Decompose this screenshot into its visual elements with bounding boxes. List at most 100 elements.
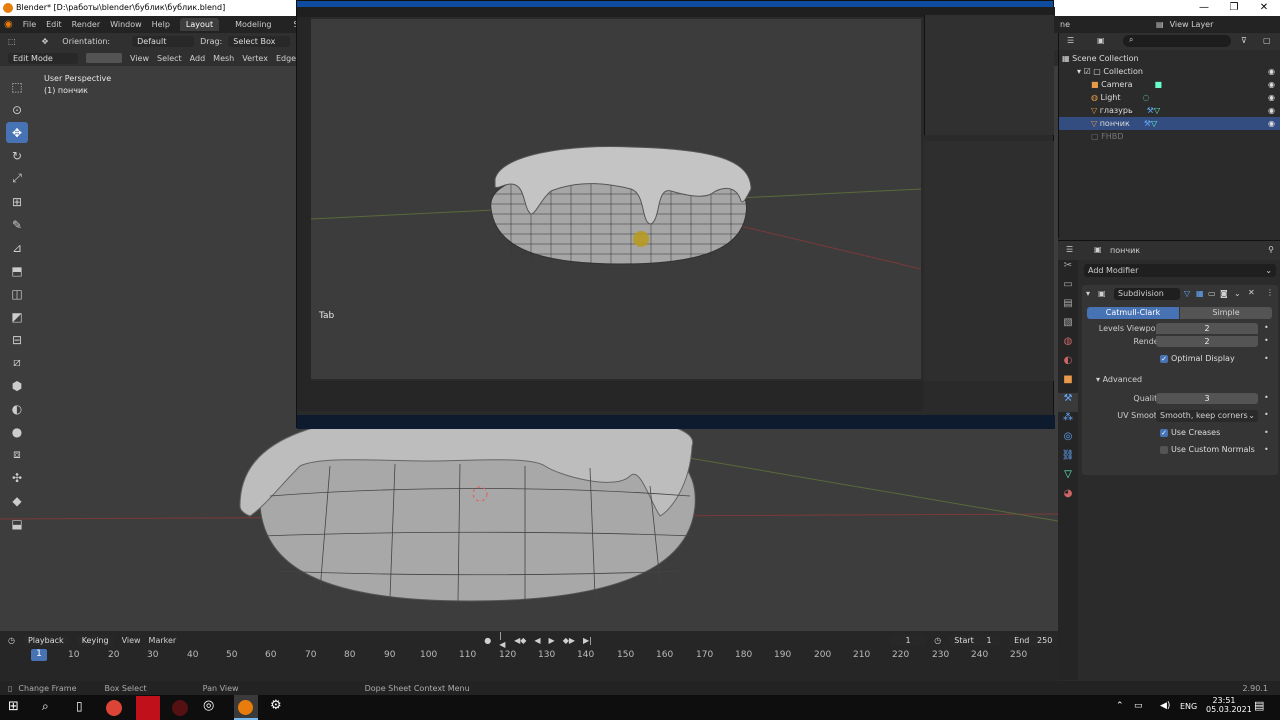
record-button[interactable]: ● [484, 636, 491, 645]
modifier-tab-icon[interactable]: ⚒ [1058, 393, 1078, 412]
frame-ruler[interactable]: 10 20 30 40 50 60 70 80 90 100 110 120 1… [0, 648, 1058, 662]
camera-app-icon[interactable]: ◎ [203, 698, 214, 713]
outliner-item-donut[interactable]: ▽ пончик ⚒ ▽ ◉ [1059, 117, 1280, 130]
expand-icon[interactable]: ▾ [1077, 67, 1081, 76]
drag-handle-icon[interactable]: ⋮ [1266, 288, 1274, 297]
play-reverse-icon[interactable]: ◀ [534, 636, 540, 645]
bevel-icon[interactable]: ◩ [6, 306, 28, 327]
levels-viewport-field[interactable]: 2 [1156, 323, 1258, 334]
select-mode-icon[interactable]: ⬚ [8, 37, 16, 46]
outliner-search-input[interactable]: ⌕ [1123, 35, 1231, 47]
blender-menu-icon[interactable]: ◉ [4, 19, 13, 30]
jump-start-icon[interactable]: |◀ [499, 631, 506, 649]
clock[interactable]: 23:51 05.03.2021 [1206, 696, 1252, 714]
outliner-collection[interactable]: ▾ ☑ ▢ Collection ◉ [1059, 65, 1280, 78]
simple-button[interactable]: Simple [1180, 307, 1272, 319]
language-indicator[interactable]: ENG [1180, 702, 1197, 711]
playback-menu[interactable]: Playback [22, 634, 69, 646]
notifications-icon[interactable]: ▤ [1254, 699, 1264, 712]
menu-window[interactable]: Window [110, 20, 142, 29]
quality-field[interactable]: 3 [1156, 393, 1258, 404]
keyframe-dot-icon[interactable]: • [1264, 393, 1269, 402]
outliner-scene-collection[interactable]: ▦ Scene Collection [1059, 52, 1280, 65]
extrude-icon[interactable]: ⬒ [6, 260, 28, 281]
add-modifier-dropdown[interactable]: Add Modifier ⌄ [1084, 264, 1276, 277]
keyframe-dot-icon[interactable]: • [1264, 410, 1269, 419]
chrome-icon[interactable] [106, 700, 122, 716]
keying-menu[interactable]: Keying [76, 634, 114, 646]
scale-icon[interactable]: ⤢ [6, 168, 28, 189]
display-mode-icon[interactable]: ▣ [1097, 36, 1105, 45]
shrink-fatten-icon[interactable]: ✣ [6, 467, 28, 488]
annotate-icon[interactable]: ✎ [6, 214, 28, 235]
outliner-item-light[interactable]: ◍ Light ◌ ◉ [1059, 91, 1280, 104]
view-layer-name[interactable]: View Layer [1170, 20, 1214, 29]
visibility-eye-icon[interactable]: ◉ [1268, 119, 1275, 128]
mode-dropdown[interactable]: Edit Mode [8, 52, 78, 64]
cursor-icon[interactable]: ⊙ [6, 99, 28, 120]
viewport-toggle-icon[interactable]: ▭ [1208, 289, 1216, 298]
current-frame-field[interactable]: 1 [889, 634, 927, 646]
orientation-dropdown[interactable]: Default [132, 36, 195, 47]
menu-vertex[interactable]: Vertex [242, 54, 268, 63]
keyframe-dot-icon[interactable]: • [1264, 323, 1269, 332]
checkbox-icon[interactable]: ☑ [1084, 67, 1091, 76]
start-frame-field[interactable]: Start 1 [949, 634, 1002, 646]
playhead[interactable]: 1 [31, 649, 47, 661]
modifier-name-field[interactable]: Subdivision [1114, 288, 1180, 300]
opera-icon[interactable] [136, 696, 160, 720]
properties-editor-icon[interactable]: ☰ [1066, 245, 1073, 254]
uv-smooth-dropdown[interactable]: Smooth, keep corners ⌄ [1156, 410, 1258, 422]
outliner-editor-icon[interactable]: ☰ [1067, 36, 1074, 45]
volume-icon[interactable]: ◀) [1160, 701, 1170, 711]
close-button[interactable]: ✕ [1246, 0, 1280, 16]
outliner-item-glaze[interactable]: ▽ глазурь ⚒ ▽ ◉ [1059, 104, 1280, 117]
visibility-eye-icon[interactable]: ◉ [1268, 93, 1275, 102]
tray-chevron-icon[interactable]: ⌃ [1116, 701, 1124, 711]
rotate-icon[interactable]: ↻ [6, 145, 28, 166]
tab-modeling[interactable]: Modeling [229, 18, 277, 31]
menu-help[interactable]: Help [152, 20, 170, 29]
render-tab-icon[interactable]: ▭ [1058, 279, 1078, 298]
world-tab-icon[interactable]: ◐ [1058, 355, 1078, 374]
select-mode-buttons[interactable] [86, 53, 122, 63]
blender-task-icon[interactable] [234, 695, 258, 720]
timeline-view-menu[interactable]: View [122, 636, 141, 645]
data-tab-icon[interactable]: ▽ [1058, 469, 1078, 488]
outliner-item-extra[interactable]: ▢ FHBD [1059, 130, 1280, 143]
jump-end-icon[interactable]: ▶| [583, 636, 592, 645]
transform-icon[interactable]: ⊞ [6, 191, 28, 212]
keyframe-dot-icon[interactable]: • [1264, 354, 1269, 363]
keyframe-dot-icon[interactable]: • [1264, 336, 1269, 345]
filter-icon[interactable]: ⊽ [1241, 36, 1247, 45]
knife-icon[interactable]: ⧄ [6, 352, 28, 373]
cage-toggle-icon[interactable]: ▦ [1196, 289, 1204, 298]
next-key-icon[interactable]: ◆▶ [563, 636, 575, 645]
shear-icon[interactable]: ◆ [6, 490, 28, 511]
physics-tab-icon[interactable]: ◎ [1058, 431, 1078, 450]
menu-edit[interactable]: Edit [46, 20, 62, 29]
visibility-eye-icon[interactable]: ◉ [1268, 67, 1275, 76]
constraints-tab-icon[interactable]: ⛓ [1058, 450, 1078, 469]
inset-icon[interactable]: ◫ [6, 283, 28, 304]
menu-add[interactable]: Add [190, 54, 206, 63]
settings-gear-icon[interactable]: ⚙ [270, 698, 282, 713]
modifier-menu-icon[interactable]: ⌄ [1234, 289, 1241, 298]
spin-icon[interactable]: ◐ [6, 398, 28, 419]
tool-tab-icon[interactable]: ✂ [1058, 260, 1078, 279]
menu-select[interactable]: Select [157, 54, 182, 63]
scene-tab-icon[interactable]: ◍ [1058, 336, 1078, 355]
file-icon[interactable]: ▯ [76, 699, 83, 713]
loop-cut-icon[interactable]: ⊟ [6, 329, 28, 350]
editor-type-icon[interactable]: ◷ [8, 636, 15, 645]
material-tab-icon[interactable]: ◕ [1058, 488, 1078, 507]
visibility-eye-icon[interactable]: ◉ [1268, 80, 1275, 89]
edge-slide-icon[interactable]: ⧈ [6, 444, 28, 465]
play-icon[interactable]: ▶ [549, 636, 555, 645]
menu-edge[interactable]: Edge [276, 54, 296, 63]
new-collection-icon[interactable]: ▢ [1263, 36, 1271, 45]
view-layer-icon[interactable]: ▤ [1156, 20, 1164, 29]
optimal-display-checkbox[interactable]: ✓ Optimal Display [1160, 354, 1235, 363]
menu-mesh[interactable]: Mesh [213, 54, 234, 63]
keyframe-dot-icon[interactable]: • [1264, 428, 1269, 437]
